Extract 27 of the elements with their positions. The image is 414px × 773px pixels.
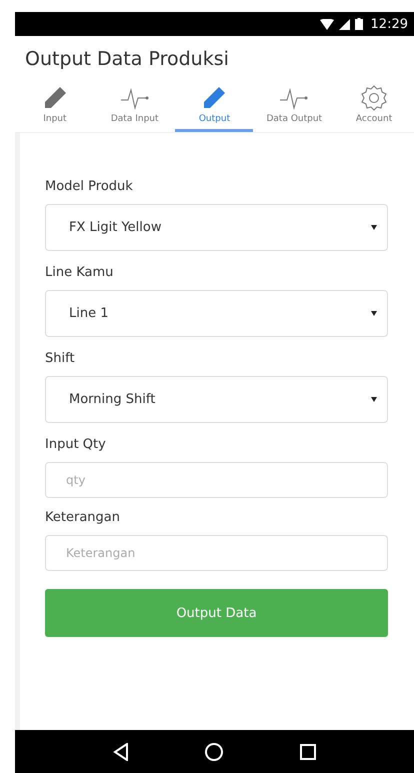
dropdown[interactable]: Morning Shift bbox=[45, 376, 388, 423]
tab[interactable]: Data Input bbox=[96, 82, 174, 132]
caret-icon bbox=[371, 225, 377, 230]
recents-icon[interactable] bbox=[300, 744, 316, 760]
home-icon[interactable] bbox=[205, 742, 224, 760]
signal-icon bbox=[338, 18, 350, 30]
back-icon[interactable] bbox=[113, 742, 130, 760]
field-label: Model Produk bbox=[45, 179, 134, 194]
tab[interactable]: Account bbox=[335, 82, 414, 132]
input-field[interactable]: Keterangan bbox=[45, 535, 388, 571]
battery-icon bbox=[354, 18, 363, 30]
output-data-button[interactable]: Output Data bbox=[45, 589, 388, 637]
tab[interactable]: Data Output bbox=[255, 82, 334, 132]
field-label: Line Kamu bbox=[45, 265, 114, 280]
dropdown[interactable]: FX Ligit Yellow bbox=[45, 204, 388, 251]
tab[interactable]: Input bbox=[16, 82, 94, 132]
wifi-icon bbox=[320, 18, 334, 30]
dropdown[interactable]: Line 1 bbox=[45, 290, 388, 337]
input-field[interactable]: qty bbox=[45, 462, 388, 498]
caret-icon bbox=[371, 397, 377, 402]
caret-icon bbox=[371, 311, 377, 316]
status-time: 12:29 bbox=[370, 16, 408, 32]
field-label: Keterangan bbox=[45, 510, 121, 525]
app-title: Output Data Produksi bbox=[25, 48, 229, 70]
field-label: Shift bbox=[45, 351, 76, 366]
settings-icon bbox=[360, 84, 388, 112]
field-label: Input Qty bbox=[45, 437, 107, 452]
